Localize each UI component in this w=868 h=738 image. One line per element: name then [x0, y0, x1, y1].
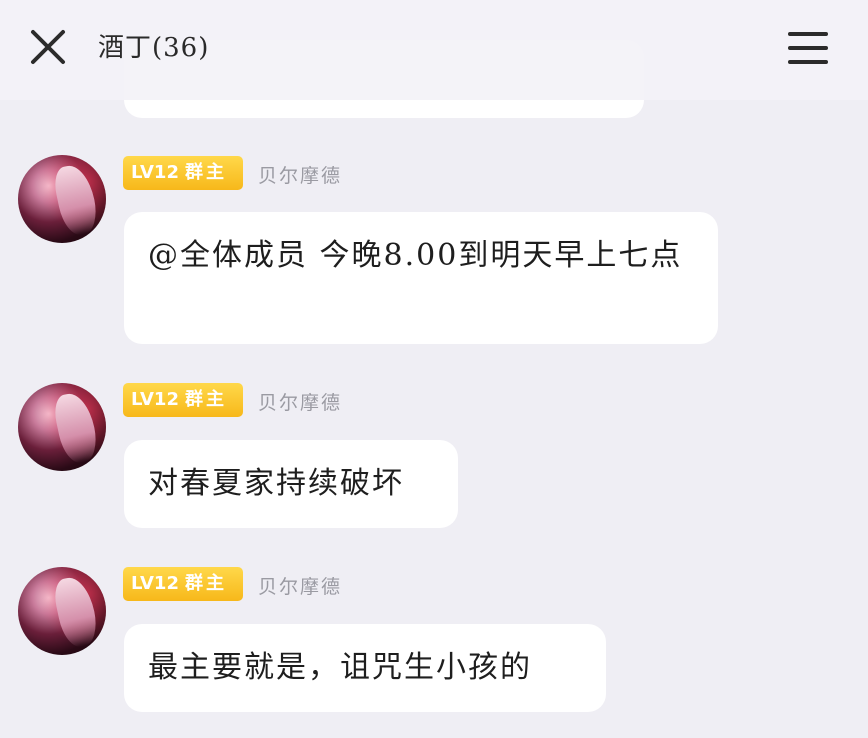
- chat-title: 酒丁(36): [98, 33, 210, 63]
- level-label: LV12: [131, 389, 179, 410]
- role-label: 群主: [185, 162, 227, 183]
- username[interactable]: 贝尔摩德: [258, 572, 342, 599]
- message-text: 最主要就是，诅咒生小孩的: [148, 650, 532, 685]
- chat-header: 酒丁(36): [0, 0, 868, 100]
- username[interactable]: 贝尔摩德: [258, 161, 342, 188]
- level-badge: LV12 群主: [123, 156, 243, 190]
- hamburger-menu-icon[interactable]: [786, 28, 830, 68]
- message-text: 对春夏家持续破坏: [148, 466, 404, 501]
- level-label: LV12: [131, 573, 179, 594]
- message-text: @全体成员 今晚8.00到明天早上七点: [148, 238, 683, 273]
- message-bubble[interactable]: @全体成员 今晚8.00到明天早上七点: [124, 212, 718, 344]
- level-label: LV12: [131, 162, 179, 183]
- role-label: 群主: [185, 573, 227, 594]
- username[interactable]: 贝尔摩德: [258, 388, 342, 415]
- close-icon[interactable]: [26, 25, 70, 69]
- message-bubble[interactable]: 最主要就是，诅咒生小孩的: [124, 624, 606, 712]
- avatar[interactable]: [18, 383, 106, 471]
- avatar[interactable]: [18, 567, 106, 655]
- avatar[interactable]: [18, 155, 106, 243]
- level-badge: LV12 群主: [123, 383, 243, 417]
- level-badge: LV12 群主: [123, 567, 243, 601]
- message-bubble[interactable]: 对春夏家持续破坏: [124, 440, 458, 528]
- role-label: 群主: [185, 389, 227, 410]
